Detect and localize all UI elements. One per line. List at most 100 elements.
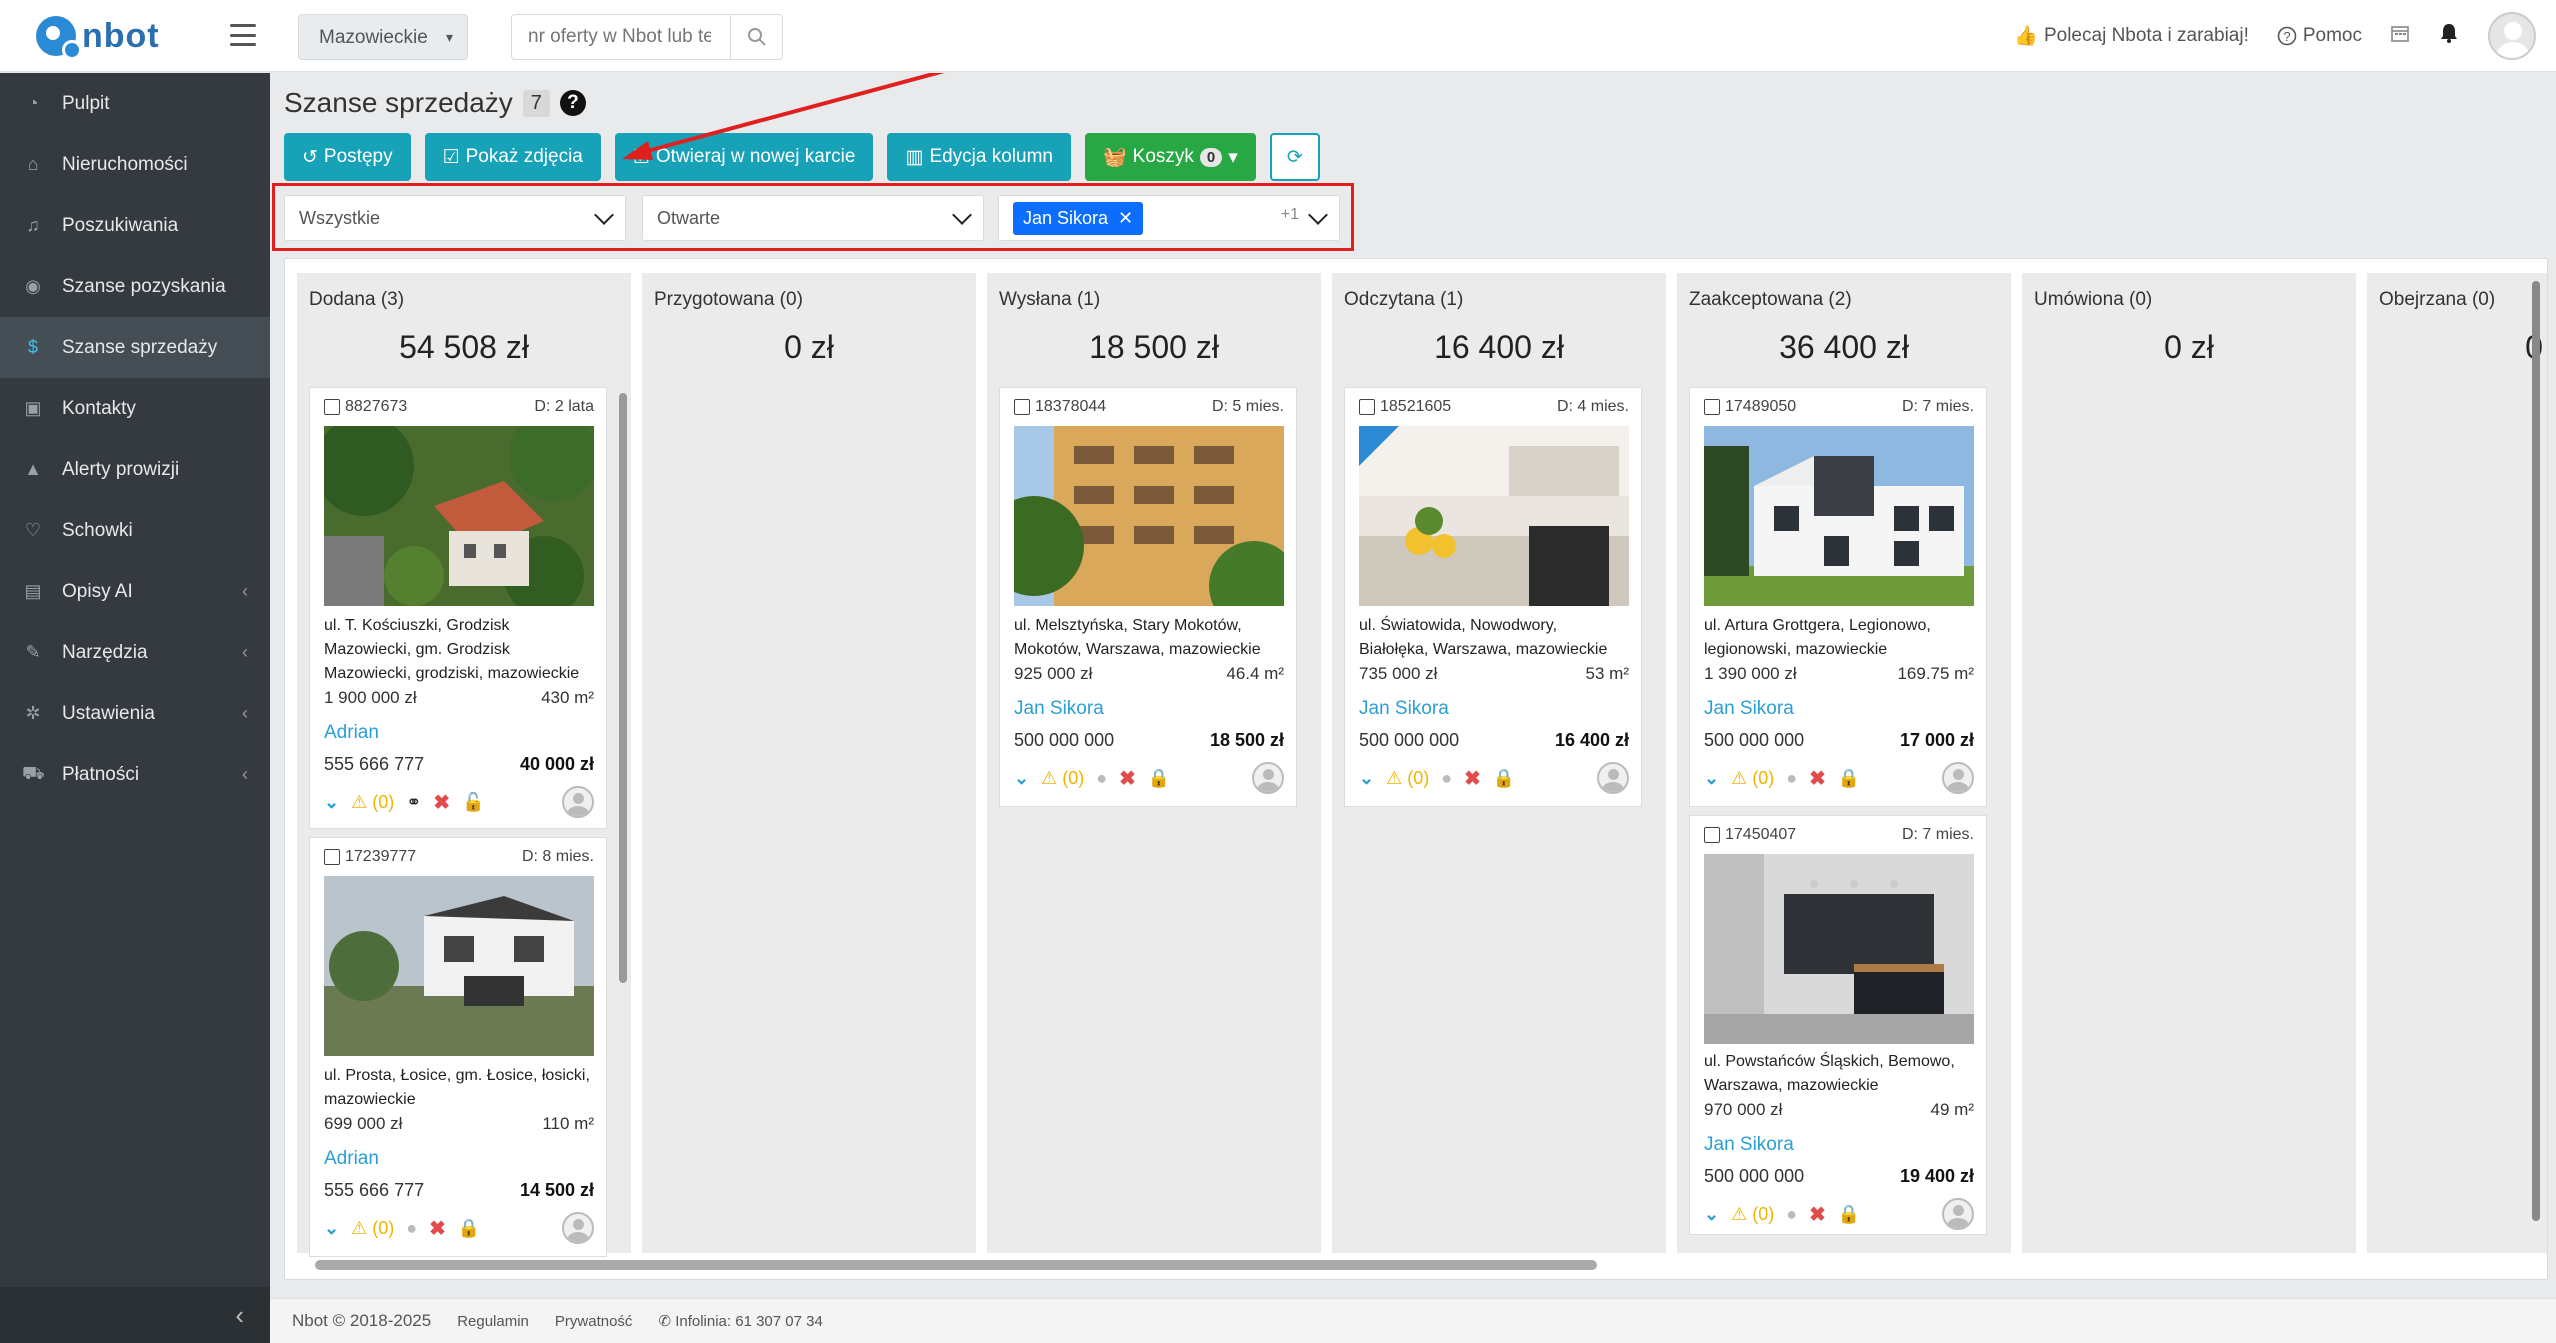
offer-card[interactable]: 18378044 D: 5 mies. ul. Melsztyńska, Sta… <box>999 387 1297 807</box>
offer-card[interactable]: 18521605 D: 4 mies. ul. Światowida, Nowo… <box>1344 387 1642 807</box>
offer-card[interactable]: 8827673 D: 2 lata ul. T. Kościuszki, Gro… <box>309 387 607 829</box>
chevron-down-icon[interactable]: ⌄ <box>1359 768 1374 789</box>
card-avatar[interactable] <box>1252 762 1284 794</box>
user-icon[interactable]: ● <box>1096 768 1107 789</box>
bell-icon[interactable] <box>2438 22 2460 50</box>
sidebar-item-nieruchomosci[interactable]: ⌂ Nieruchomości <box>0 134 270 195</box>
status-filter[interactable]: Otwarte <box>642 195 984 241</box>
lock-icon[interactable]: 🔒 <box>1148 768 1170 789</box>
offer-photo[interactable] <box>324 426 594 606</box>
sidebar-item-ustawienia[interactable]: ✲ Ustawienia ‹ <box>0 683 270 744</box>
open-new-tab-button[interactable]: ☑ Otwieraj w nowej karcie <box>614 133 874 181</box>
card-checkbox[interactable] <box>1014 399 1030 415</box>
offer-card[interactable]: 17489050 D: 7 mies. ul. Artura Grottgera… <box>1689 387 1987 807</box>
privacy-link[interactable]: Prywatność <box>555 1313 633 1330</box>
refer-link[interactable]: 👍 Polecaj Nbota i zarabiaj! <box>2014 24 2249 48</box>
calendar-icon[interactable] <box>2390 23 2410 49</box>
close-icon[interactable]: ✖ <box>1809 766 1826 791</box>
offer-photo[interactable] <box>1704 426 1974 606</box>
card-avatar[interactable] <box>562 786 594 818</box>
offer-card[interactable]: 17239777 D: 8 mies. ul. Prosta, Łosice, … <box>309 837 607 1257</box>
handshake-icon[interactable]: ⚭ <box>406 792 421 813</box>
sidebar-item-poszukiwania[interactable]: ♫ Poszukiwania <box>0 195 270 256</box>
user-filter[interactable]: Jan Sikora ✕ +1 <box>998 195 1340 241</box>
unlock-icon[interactable]: 🔓 <box>462 792 484 813</box>
edit-columns-button[interactable]: ▥ Edycja kolumn <box>887 133 1071 181</box>
lock-icon[interactable]: 🔒 <box>1838 768 1860 789</box>
chevron-down-icon[interactable]: ⌄ <box>1014 768 1029 789</box>
user-tag[interactable]: Jan Sikora ✕ <box>1013 201 1144 235</box>
offer-photo[interactable] <box>1359 426 1629 606</box>
lock-icon[interactable]: 🔒 <box>1493 768 1515 789</box>
warning-icon[interactable]: ⚠ (0) <box>1731 1204 1774 1225</box>
sidebar-item-alerty-prowizji[interactable]: ▲ Alerty prowizji <box>0 439 270 500</box>
offer-card[interactable]: 17450407 D: 7 mies. ul. Powstańców Śląsk… <box>1689 815 1987 1235</box>
sidebar-item-opisy-ai[interactable]: ▤ Opisy AI ‹ <box>0 561 270 622</box>
warning-icon[interactable]: ⚠ (0) <box>1731 768 1774 789</box>
chevron-down-icon[interactable]: ⌄ <box>324 792 339 813</box>
offer-photo[interactable] <box>1014 426 1284 606</box>
user-icon[interactable]: ● <box>1441 768 1452 789</box>
sidebar-item-narzedzia[interactable]: ✎ Narzędzia ‹ <box>0 622 270 683</box>
chevron-down-icon[interactable]: ⌄ <box>1704 1204 1719 1225</box>
sidebar-item-schowki[interactable]: ♡ Schowki <box>0 500 270 561</box>
warning-icon[interactable]: ⚠ (0) <box>351 1218 394 1239</box>
board-vertical-scrollbar[interactable] <box>2529 281 2543 1241</box>
card-checkbox[interactable] <box>324 399 340 415</box>
close-icon[interactable]: ✖ <box>1464 766 1481 791</box>
sidebar-item-kontakty[interactable]: ▣ Kontakty <box>0 378 270 439</box>
agent-link[interactable]: Jan Sikora <box>1014 698 1104 720</box>
logo[interactable]: nbot <box>36 10 160 62</box>
agent-link[interactable]: Jan Sikora <box>1359 698 1449 720</box>
sidebar-item-szanse-sprzedazy[interactable]: $ Szanse sprzedaży <box>0 317 270 378</box>
card-checkbox[interactable] <box>1359 399 1375 415</box>
show-photos-button[interactable]: ☑ Pokaż zdjęcia <box>424 133 601 181</box>
chevron-down-icon[interactable]: ⌄ <box>1704 768 1719 789</box>
question-circle-icon[interactable]: ? <box>559 90 586 116</box>
region-select[interactable]: Mazowieckie ▾ <box>298 14 468 60</box>
close-icon[interactable]: ✕ <box>1118 208 1133 229</box>
close-icon[interactable]: ✖ <box>429 1216 446 1241</box>
close-icon[interactable]: ✖ <box>1119 766 1136 791</box>
card-avatar[interactable] <box>1942 1198 1974 1230</box>
card-avatar[interactable] <box>1597 762 1629 794</box>
agent-link[interactable]: Jan Sikora <box>1704 1134 1794 1156</box>
search-input[interactable] <box>512 15 727 59</box>
agent-link[interactable]: Adrian <box>324 1148 379 1170</box>
card-checkbox[interactable] <box>1704 827 1720 843</box>
sidebar-item-szanse-pozyskania[interactable]: ◉ Szanse pozyskania <box>0 256 270 317</box>
agent-link[interactable]: Adrian <box>324 722 379 744</box>
column-scrollbar[interactable] <box>619 393 627 983</box>
menu-toggle-icon[interactable] <box>230 24 256 46</box>
lock-icon[interactable]: 🔒 <box>458 1218 480 1239</box>
chevron-down-icon[interactable]: ⌄ <box>324 1218 339 1239</box>
type-filter[interactable]: Wszystkie <box>284 195 626 241</box>
help-link[interactable]: ? Pomoc <box>2277 25 2362 47</box>
progress-button[interactable]: ↺ Postępy <box>284 133 411 181</box>
card-avatar[interactable] <box>562 1212 594 1244</box>
card-avatar[interactable] <box>1942 762 1974 794</box>
close-icon[interactable]: ✖ <box>1809 1202 1826 1227</box>
offer-photo[interactable] <box>324 876 594 1056</box>
warning-icon[interactable]: ⚠ (0) <box>351 792 394 813</box>
lock-icon[interactable]: 🔒 <box>1838 1204 1860 1225</box>
sidebar-collapse-button[interactable]: ‹ <box>0 1287 270 1343</box>
close-icon[interactable]: ✖ <box>433 790 450 815</box>
board-horizontal-scrollbar[interactable] <box>295 1257 2535 1271</box>
offer-photo[interactable] <box>1704 854 1974 1044</box>
user-icon[interactable]: ● <box>1786 768 1797 789</box>
refresh-button[interactable]: ⟳ <box>1269 133 1320 181</box>
sidebar-item-platnosci[interactable]: ⛟ Płatności ‹ <box>0 744 270 805</box>
user-avatar[interactable] <box>2488 12 2536 60</box>
cart-button[interactable]: 🧺 Koszyk 0 ▾ <box>1085 133 1256 181</box>
agent-link[interactable]: Jan Sikora <box>1704 698 1794 720</box>
user-icon[interactable]: ● <box>406 1218 417 1239</box>
warning-icon[interactable]: ⚠ (0) <box>1386 768 1429 789</box>
sidebar-item-pulpit[interactable]: ◔ Pulpit <box>0 73 270 134</box>
card-checkbox[interactable] <box>1704 399 1720 415</box>
warning-icon[interactable]: ⚠ (0) <box>1041 768 1084 789</box>
card-checkbox[interactable] <box>324 849 340 865</box>
search-button[interactable] <box>730 15 782 59</box>
terms-link[interactable]: Regulamin <box>457 1313 529 1330</box>
user-icon[interactable]: ● <box>1786 1204 1797 1225</box>
